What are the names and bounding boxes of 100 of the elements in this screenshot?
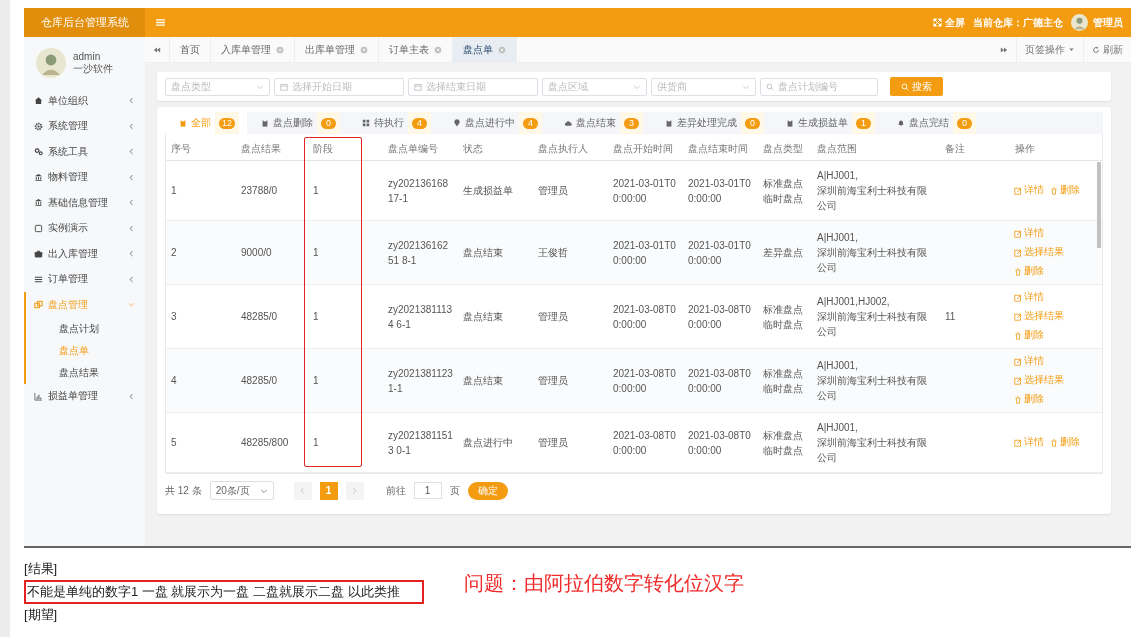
table-cell-text: 9000/0 <box>240 246 273 260</box>
gears-icon <box>34 147 43 157</box>
result-text: 不能是单纯的数字1 一盘 就展示为一盘 二盘就展示二盘 以此类推 <box>27 584 400 599</box>
column-header: 备注 <box>944 142 966 156</box>
user-org: 一沙软件 <box>73 62 113 75</box>
chart-icon <box>34 391 43 401</box>
column-header: 阶段 <box>312 142 334 156</box>
edit-icon <box>1014 438 1022 447</box>
total-count: 共 12 条 <box>165 483 202 498</box>
expand-icon <box>933 18 942 27</box>
chevron-left-icon <box>128 148 135 156</box>
page-tab[interactable]: 出库单管理 <box>295 37 379 62</box>
status-tab[interactable]: 盘点结束 3 <box>550 112 651 134</box>
page-tab[interactable]: 首页 <box>170 37 211 62</box>
table-cell-text: 48285/0 <box>240 310 279 324</box>
table-cell-text: zy20213811513 0-1 <box>387 428 454 458</box>
table-cell-text: A|HJ001, 深圳前海宝利士科技有限公司 <box>816 231 928 275</box>
column-header: 盘点结果 <box>240 142 282 156</box>
caret-icon <box>1068 46 1075 53</box>
table-cell-text: 生成损益单 <box>462 184 514 198</box>
submenu-item[interactable]: 盘点计划 <box>26 317 145 340</box>
table-cell-text: 48285/800 <box>240 436 290 450</box>
submenu-item[interactable]: 盘点结果 <box>26 361 145 384</box>
chevron-down-icon <box>256 82 264 91</box>
chevron-left-icon <box>128 173 135 181</box>
page-tab[interactable]: 盘点单 <box>453 37 517 62</box>
column-header: 序号 <box>170 142 192 156</box>
chevron-left-icon <box>128 392 135 400</box>
chevron-left-icon <box>299 487 307 494</box>
table-cell-text: 管理员 <box>537 436 569 450</box>
clipboard-icon <box>786 119 794 127</box>
table-cell-text: 1 <box>170 184 178 198</box>
table-cell-text: 4 <box>170 374 178 388</box>
count-badge: 3 <box>624 117 639 129</box>
menu-icon[interactable] <box>155 17 166 28</box>
table-cell-text: 管理员 <box>537 184 569 198</box>
previous-page-button[interactable] <box>293 481 312 500</box>
list-icon <box>34 274 43 284</box>
count-badge: 0 <box>957 117 972 129</box>
scrollbar[interactable] <box>1097 162 1101 248</box>
table-cell-text: 2021-03-08T00:00:00 <box>687 428 752 458</box>
table-cell-text: 盘点进行中 <box>462 436 514 450</box>
next-page-button[interactable] <box>345 481 364 500</box>
status-tab[interactable]: 盘点进行中 4 <box>439 112 550 134</box>
page-input[interactable]: 1 <box>413 482 442 499</box>
current-warehouse: 当前仓库：广德主仓 <box>973 15 1063 30</box>
gear-icon <box>34 121 43 131</box>
trash-icon <box>1050 186 1058 195</box>
table-cell-text: 2021-03-01T00:00:00 <box>687 238 752 268</box>
table-cell-text: 2021-03-08T00:00:00 <box>687 366 752 396</box>
table-cell-text: 2 <box>170 246 178 260</box>
page-tab[interactable]: 入库单管理 <box>211 37 295 62</box>
calendar-icon <box>280 82 288 91</box>
chevron-right-icon <box>351 487 359 494</box>
table-cell-text: 管理员 <box>537 310 569 324</box>
refresh-icon <box>1092 45 1100 54</box>
sidebar-item[interactable]: 系统管理 <box>24 113 145 139</box>
chevron-down-icon <box>633 82 641 91</box>
status-tab[interactable]: 生成损益单 1 <box>772 112 883 134</box>
chevron-left-icon <box>128 97 135 105</box>
trash-icon <box>1014 267 1022 276</box>
edit-icon <box>1014 229 1022 238</box>
sidebar-item[interactable]: 基础信息管理 <box>24 190 145 216</box>
table-cell-text: 2021-03-08T00:00:00 <box>612 302 677 332</box>
table-cell-text: 盘点结束 <box>462 310 504 324</box>
table-cell-text: 48285/0 <box>240 374 279 388</box>
edit-icon <box>1014 357 1022 366</box>
sidebar-item[interactable]: 物料管理 <box>24 164 145 190</box>
sidebar-item[interactable]: 订单管理 <box>24 266 145 292</box>
sidebar-item[interactable]: 出入库管理 <box>24 241 145 267</box>
status-tab[interactable]: 待执行 4 <box>348 112 439 134</box>
table-cell-text: 盘点结束 <box>462 374 504 388</box>
sidebar-item[interactable]: 单位组织 <box>24 88 145 114</box>
table-cell-text: A|HJ001, 深圳前海宝利士科技有限公司 <box>816 359 928 403</box>
count-badge: 0 <box>745 117 760 129</box>
avatar-icon <box>1071 14 1088 31</box>
bag-icon <box>34 249 43 259</box>
count-badge: 0 <box>321 117 336 129</box>
bank-icon <box>34 172 43 182</box>
trash-icon <box>1050 438 1058 447</box>
table-cell-text: 23788/0 <box>240 184 279 198</box>
section-heading: [结果] <box>24 560 58 578</box>
search-icon <box>901 82 909 91</box>
table-cell-text: zy20213616251 8-1 <box>387 238 450 268</box>
count-badge: 1 <box>856 117 871 129</box>
windows-icon <box>34 300 43 310</box>
status-tab[interactable]: 盘点删除 0 <box>247 112 348 134</box>
column-header: 操作 <box>1014 142 1036 156</box>
clipboard-icon <box>179 119 187 127</box>
table-cell-text: 1 <box>312 184 320 198</box>
sidebar-item[interactable]: 实例演示 <box>24 215 145 241</box>
table-cell-text: A|HJ001,HJ002, 深圳前海宝利士科技有限公司 <box>816 295 928 339</box>
sidebar-item[interactable]: 损益单管理 <box>24 383 145 409</box>
status-tab[interactable]: 盘点完结 0 <box>883 112 984 134</box>
status-tab[interactable]: 差异处理完成 0 <box>651 112 772 134</box>
page-size-select[interactable]: 20条/页 <box>209 481 274 500</box>
user-name: admin <box>73 50 102 63</box>
page-unit: 页 <box>449 483 460 498</box>
square-icon <box>34 223 43 233</box>
sidebar-item[interactable]: 系统工具 <box>24 139 145 165</box>
